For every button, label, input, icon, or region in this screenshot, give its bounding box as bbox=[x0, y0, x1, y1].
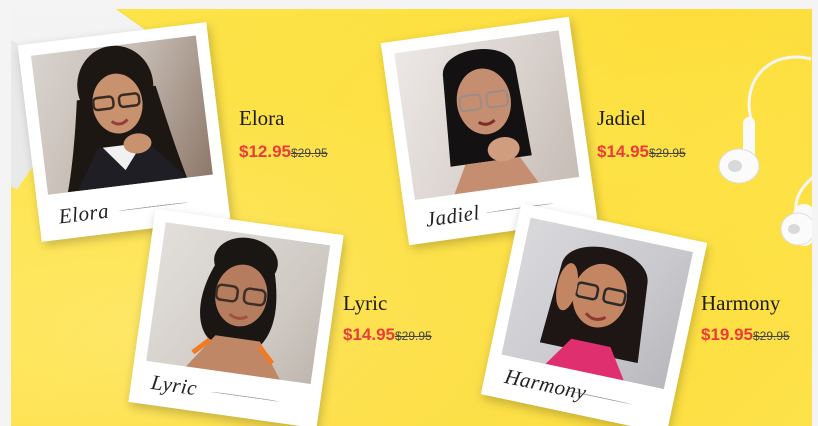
product-photo bbox=[394, 30, 580, 200]
product-signature: Jadiel bbox=[424, 200, 482, 232]
original-price: $29.95 bbox=[649, 146, 686, 160]
sale-price: $12.95 bbox=[239, 142, 291, 161]
original-price: $29.95 bbox=[753, 329, 790, 343]
signature-flourish bbox=[118, 201, 189, 213]
product-price: $14.95$29.95 bbox=[597, 142, 686, 162]
product-price: $14.95$29.95 bbox=[343, 325, 432, 345]
promo-banner: Elora Elora $12.95$29.95 Jadiel Jadiel $… bbox=[11, 9, 812, 426]
product-signature: Elora bbox=[57, 198, 111, 229]
product-name[interactable]: Lyric bbox=[343, 291, 387, 316]
signature-flourish bbox=[210, 391, 280, 403]
product-price: $12.95$29.95 bbox=[239, 142, 328, 162]
product-signature: Lyric bbox=[149, 369, 199, 401]
original-price: $29.95 bbox=[395, 329, 432, 343]
product-name[interactable]: Harmony bbox=[701, 291, 780, 316]
product-price: $19.95$29.95 bbox=[701, 325, 790, 345]
original-price: $29.95 bbox=[291, 146, 328, 160]
product-photo bbox=[146, 222, 331, 385]
sale-price: $14.95 bbox=[343, 325, 395, 344]
product-card-elora[interactable]: Elora bbox=[17, 22, 231, 242]
product-name[interactable]: Jadiel bbox=[597, 106, 646, 131]
earbuds-icon bbox=[718, 55, 812, 246]
product-photo bbox=[501, 217, 693, 390]
sale-price: $19.95 bbox=[701, 325, 753, 344]
product-name[interactable]: Elora bbox=[239, 106, 284, 131]
product-card-harmony[interactable]: Harmony bbox=[480, 203, 708, 426]
sale-price: $14.95 bbox=[597, 142, 649, 161]
product-photo bbox=[31, 35, 213, 195]
product-card-jadiel[interactable]: Jadiel bbox=[380, 16, 598, 246]
product-card-lyric[interactable]: Lyric bbox=[128, 208, 344, 426]
